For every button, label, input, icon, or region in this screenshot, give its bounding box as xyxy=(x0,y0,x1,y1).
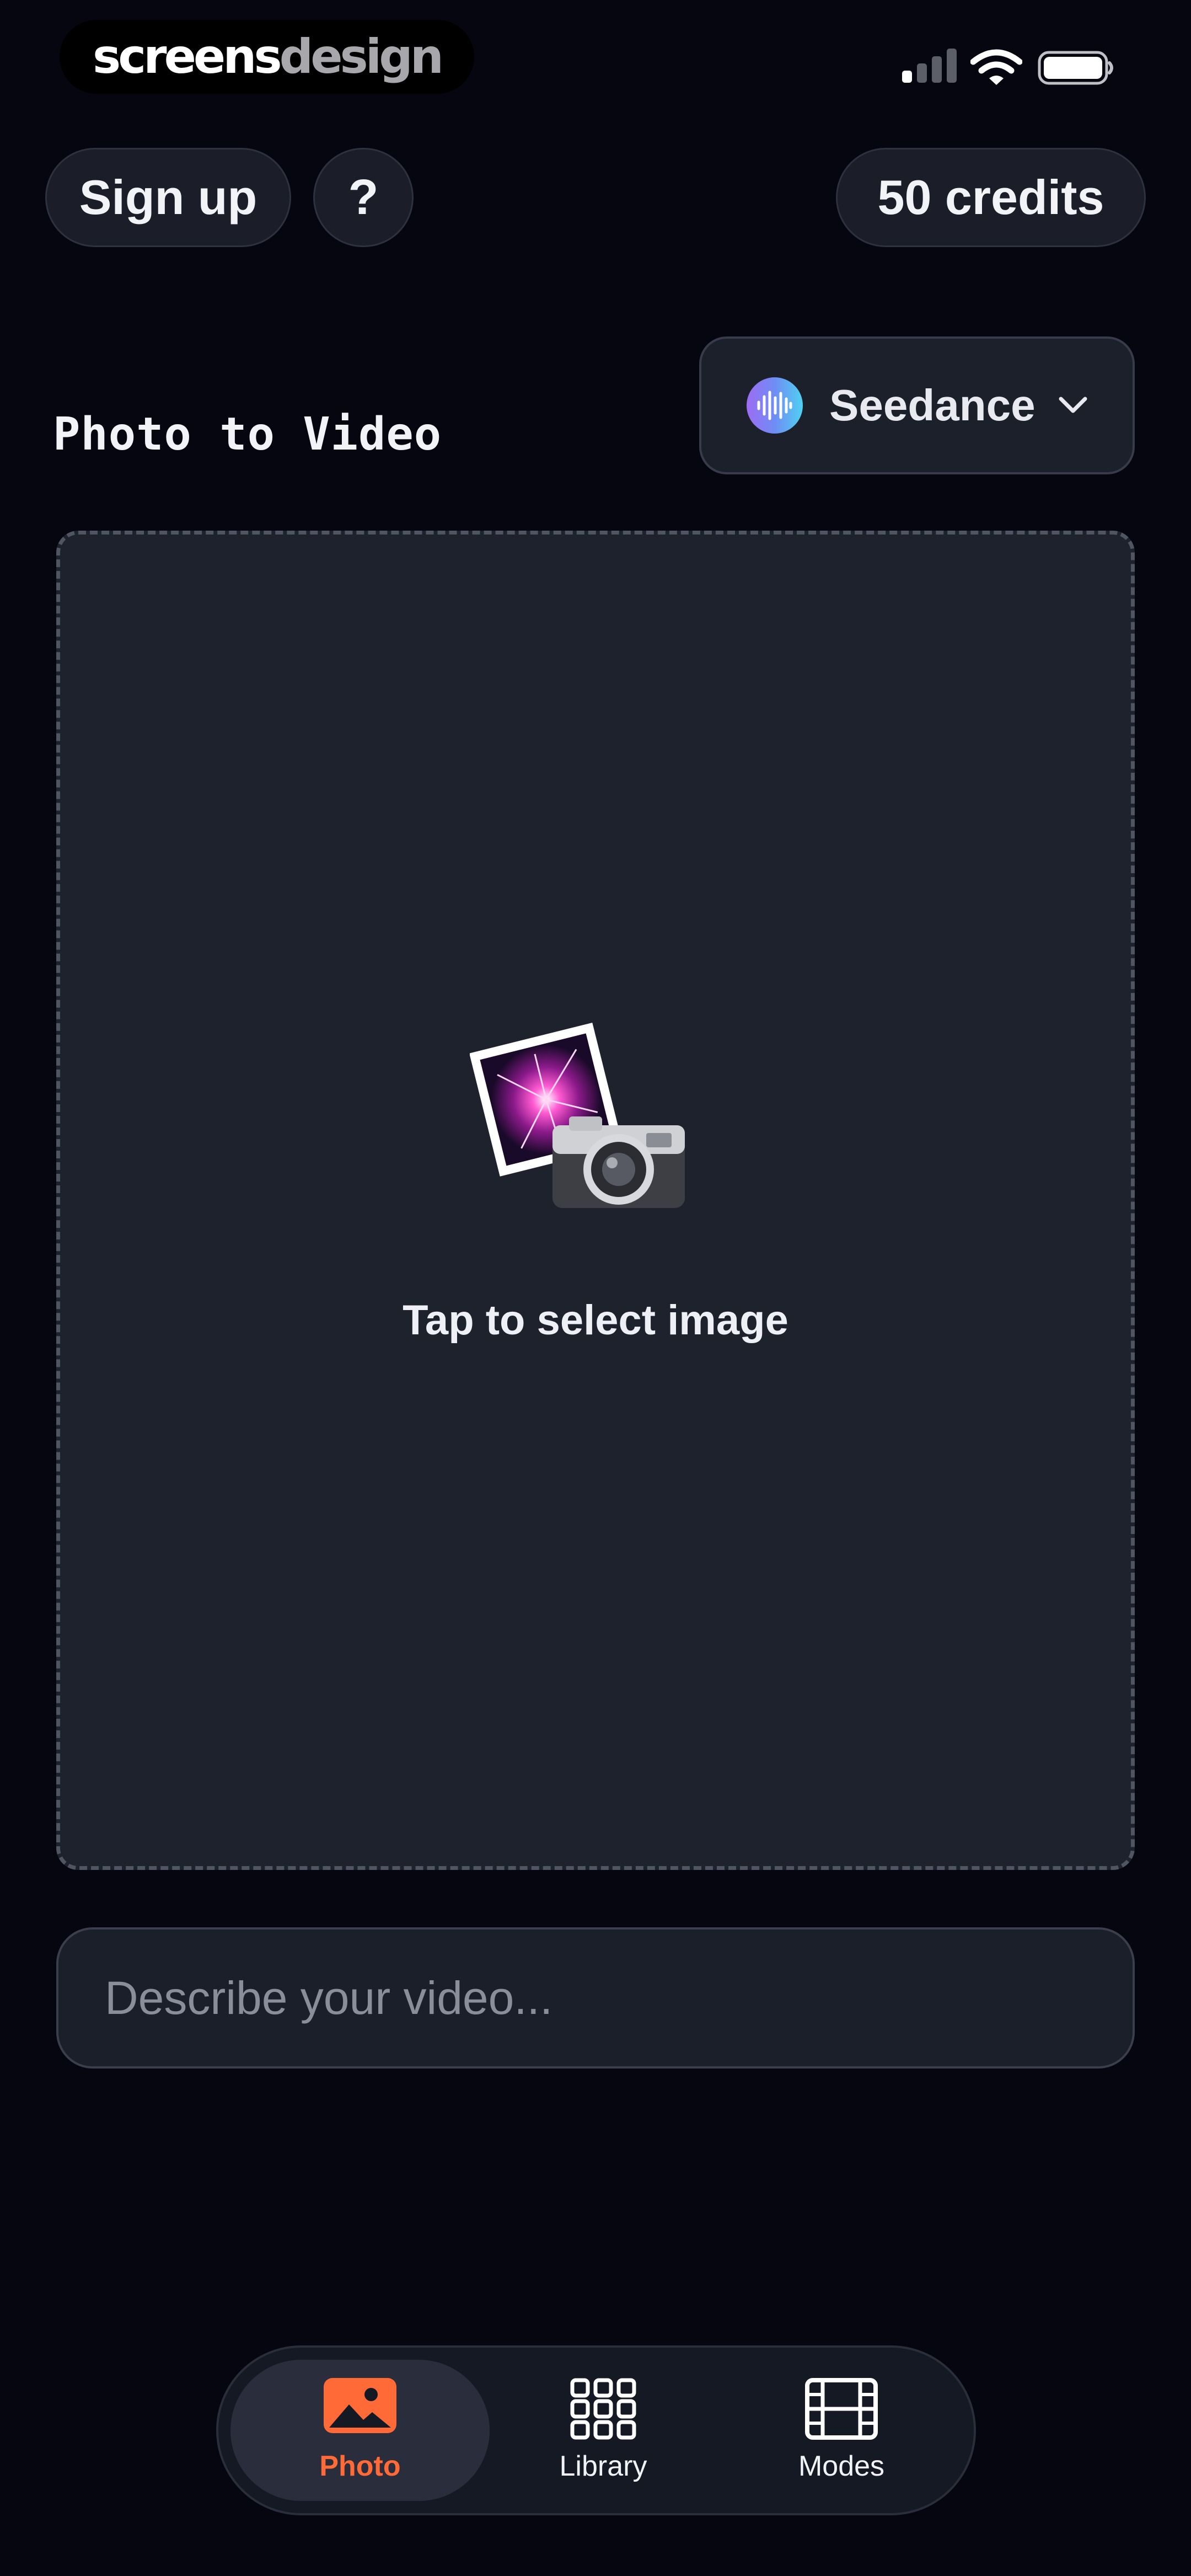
bottom-tab-bar: Photo Library Modes xyxy=(216,2345,976,2515)
tab-library[interactable]: Library xyxy=(487,2360,719,2501)
credits-badge[interactable]: 50 credits xyxy=(836,148,1146,247)
camera-photo-icon xyxy=(470,1022,685,1208)
chevron-down-icon xyxy=(1059,397,1087,413)
model-selector-label: Seedance xyxy=(829,381,1036,430)
help-button[interactable]: ? xyxy=(313,148,414,247)
video-description-input[interactable] xyxy=(56,1927,1135,2069)
grid-icon xyxy=(570,2378,636,2440)
signal-icon xyxy=(902,49,957,83)
tab-photo-label: Photo xyxy=(319,2450,401,2482)
brand-logo: screens design xyxy=(60,20,474,94)
waveform-icon xyxy=(747,377,803,434)
battery-icon xyxy=(1038,51,1113,85)
model-selector[interactable]: Seedance xyxy=(699,336,1135,474)
tab-library-label: Library xyxy=(559,2450,647,2482)
signup-button[interactable]: Sign up xyxy=(45,148,291,247)
brand-logo-part1: screens xyxy=(93,29,282,84)
brand-logo-part2: design xyxy=(279,29,444,84)
tab-modes[interactable]: Modes xyxy=(726,2360,957,2501)
image-icon xyxy=(324,2378,396,2433)
wifi-icon xyxy=(970,49,1022,85)
page-title: Photo to Video xyxy=(53,408,442,461)
tab-modes-label: Modes xyxy=(798,2450,885,2482)
tab-photo[interactable]: Photo xyxy=(230,2360,490,2501)
dropzone-text: Tap to select image xyxy=(403,1297,788,1344)
film-icon xyxy=(805,2378,878,2440)
